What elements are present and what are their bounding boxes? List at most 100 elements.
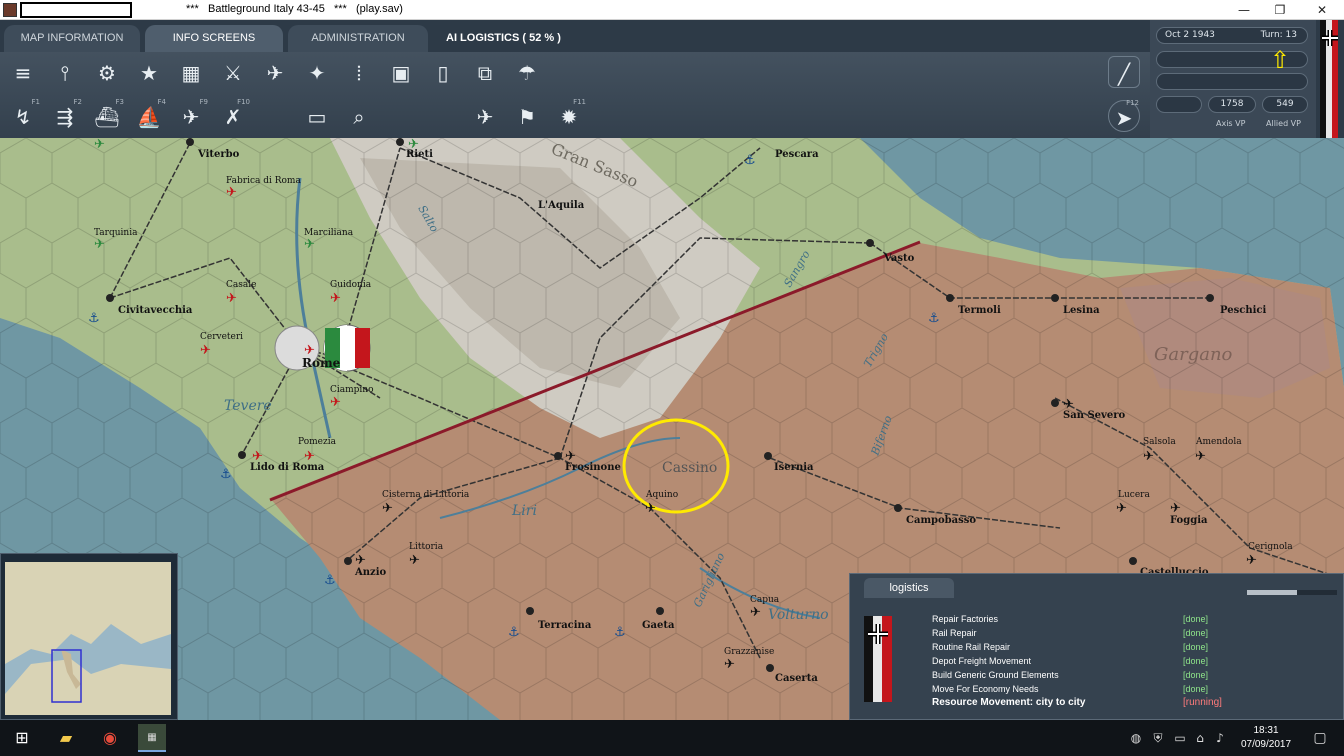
move-button[interactable]: ↯ F1 xyxy=(6,98,40,134)
log-task-label: Build Generic Ground Elements xyxy=(932,670,1059,680)
volume-tray-icon[interactable]: ♪ xyxy=(1212,724,1228,752)
svg-text:⚓: ⚓ xyxy=(614,625,626,640)
svg-text:✈: ✈ xyxy=(330,291,341,306)
phone-icon: ▯ xyxy=(437,61,449,85)
pen-tool-button[interactable]: ╱ xyxy=(1108,56,1140,88)
allied-vp-value: 549 xyxy=(1262,96,1308,113)
svg-text:⚓: ⚓ xyxy=(744,153,756,168)
satellite-button[interactable]: ✦ xyxy=(300,56,334,90)
label-gaeta: Gaeta xyxy=(642,620,675,631)
gear-button[interactable]: ⚙ xyxy=(90,56,124,90)
fkey-label: F9 xyxy=(199,98,208,106)
phone-button[interactable]: ▯ xyxy=(426,56,460,90)
log-task-status: [done] xyxy=(1183,614,1209,624)
label-liri: Liri xyxy=(511,503,537,519)
log-task-status: [done] xyxy=(1183,656,1209,666)
minimap-canvas[interactable] xyxy=(1,554,177,719)
turn-text: Turn: 13 xyxy=(1260,30,1297,40)
svg-text:✈: ✈ xyxy=(1170,501,1181,516)
allied-vp-label: Allied VP xyxy=(1266,119,1301,128)
bars-button[interactable]: ⦙ xyxy=(342,56,376,90)
end-turn-button[interactable]: ➤ F12 xyxy=(1108,99,1140,132)
graph-button[interactable]: ⧉ xyxy=(468,56,502,90)
close-button[interactable]: ✕ xyxy=(1300,1,1344,19)
log-task-label: Routine Rail Repair xyxy=(932,642,1011,652)
windows-taskbar: ⊞ ▰ ◉ ▦ ◍ ⛨ ▭ ⌂ ♪ 18:31 07/09/2017 ▢ xyxy=(0,720,1344,756)
crossed-swords-icon: ⚔ xyxy=(224,61,242,85)
svg-text:✈: ✈ xyxy=(645,501,656,516)
security-tray-icon[interactable]: ⛨ xyxy=(1150,724,1166,752)
file-explorer-icon[interactable]: ▰ xyxy=(52,724,80,752)
ai-button[interactable]: ✈ xyxy=(468,100,502,134)
label-peschici: Peschici xyxy=(1220,305,1266,316)
label-rieti: Rieti xyxy=(406,149,433,160)
toolbar-row-2: ↯ F1 ⇶ F2 ⛴ F3 ⛵ F4 ✈ F9 ✗ F10 ▭ ⌕ ✈ ⚑ ✹ F11 xyxy=(0,96,1150,138)
minimap[interactable] xyxy=(0,553,178,720)
monitor-tray-icon[interactable]: ▭ xyxy=(1172,724,1188,752)
crossed-swords-button[interactable]: ⚔ xyxy=(216,56,250,90)
next-turn-icon: ➤ xyxy=(1115,106,1133,130)
label-grazzanise: Grazzanise xyxy=(724,647,774,657)
logistics-progress-bar xyxy=(1247,590,1337,595)
game-taskbar-icon[interactable]: ▦ xyxy=(138,724,166,752)
explosion-icon: ✹ xyxy=(560,105,578,129)
toolbar-row-1: ≡ ⫯ ⚙ ★ ▦ ⚔ ✈ ✦ ⦙ ▣ ▯ ⧉ ☂ xyxy=(0,54,1150,94)
label-gargano: Gargano xyxy=(1154,344,1233,365)
fleet-button[interactable]: ⛵ F4 xyxy=(132,98,166,134)
fuel-icon: ▣ xyxy=(391,61,411,85)
units-button[interactable]: ⫯ xyxy=(48,56,82,90)
system-clock[interactable]: 18:31 07/09/2017 xyxy=(1236,724,1296,752)
logistics-progress-fill xyxy=(1247,590,1297,595)
network-tray-icon[interactable]: ⌂ xyxy=(1192,724,1208,752)
tab-info-screens[interactable]: INFO SCREENS xyxy=(145,25,283,52)
label-cisterna-di-littoria: Cisterna di Littoria xyxy=(382,490,470,500)
redacted-box xyxy=(20,2,132,18)
parachute-button[interactable]: ☂ xyxy=(510,56,544,90)
factory-button[interactable]: ▦ xyxy=(174,56,208,90)
ship-icon: ⛴ xyxy=(94,105,120,129)
svg-text:✈: ✈ xyxy=(750,605,761,620)
label-foggia: Foggia xyxy=(1170,515,1208,526)
flag-button[interactable]: ⚑ xyxy=(510,100,544,134)
label-casale: Casale xyxy=(226,280,256,290)
turn-highlight-arrow-icon: ⇧ xyxy=(1270,46,1291,74)
steam-tray-icon[interactable]: ◍ xyxy=(1128,724,1144,752)
notifications-icon[interactable]: ▢ xyxy=(1306,724,1334,752)
tab-map-information[interactable]: MAP INFORMATION xyxy=(4,25,140,52)
svg-text:✈: ✈ xyxy=(1195,449,1206,464)
ship-button[interactable]: ⛴ F3 xyxy=(90,98,124,134)
layers-button[interactable]: ≡ xyxy=(6,56,40,90)
svg-text:⚓: ⚓ xyxy=(324,573,336,588)
rail-button[interactable]: ⇶ F2 xyxy=(48,98,82,134)
aircraft-button[interactable]: ✈ xyxy=(258,56,292,90)
status-slot-2 xyxy=(1156,73,1308,90)
svg-text:✈: ✈ xyxy=(94,237,105,252)
tab-administration[interactable]: ADMINISTRATION xyxy=(288,25,428,52)
clock-date: 07/09/2017 xyxy=(1240,739,1292,750)
label-lesina: Lesina xyxy=(1063,305,1100,316)
windows-start-icon[interactable]: ⊞ xyxy=(8,724,36,752)
bomb-button[interactable]: ✗ F10 xyxy=(216,98,250,134)
chrome-browser-icon[interactable]: ◉ xyxy=(96,724,124,752)
svg-text:✈: ✈ xyxy=(1116,501,1127,516)
status-panel: Oct 2 1943 Turn: 13 1758 549 Axis VP All… xyxy=(1150,20,1344,138)
label-viterbo: Viterbo xyxy=(197,149,240,160)
bars-icon: ⦙ xyxy=(356,61,362,85)
log-task-label: Depot Freight Movement xyxy=(932,656,1032,666)
fuel-button[interactable]: ▣ xyxy=(384,56,418,90)
star-icon: ★ xyxy=(140,61,158,85)
zoom-button[interactable]: ⌕ xyxy=(342,100,376,134)
label-campobasso: Campobasso xyxy=(906,515,976,526)
layers-icon: ≡ xyxy=(14,61,32,85)
axis-flag-icon xyxy=(1316,20,1344,138)
restore-button[interactable]: ❐ xyxy=(1258,1,1302,19)
label-guidonia: Guidonia xyxy=(330,280,372,290)
satellite-icon: ✦ xyxy=(308,61,326,85)
star-button[interactable]: ★ xyxy=(132,56,166,90)
label-lucera: Lucera xyxy=(1118,490,1150,500)
air-strike-button[interactable]: ✈ F9 xyxy=(174,98,208,134)
explosion-button[interactable]: ✹ F11 xyxy=(552,98,586,134)
tab-logistics[interactable]: logistics xyxy=(864,578,954,598)
rectangle-button[interactable]: ▭ xyxy=(300,100,334,134)
f12-key-label: F12 xyxy=(1126,99,1139,107)
